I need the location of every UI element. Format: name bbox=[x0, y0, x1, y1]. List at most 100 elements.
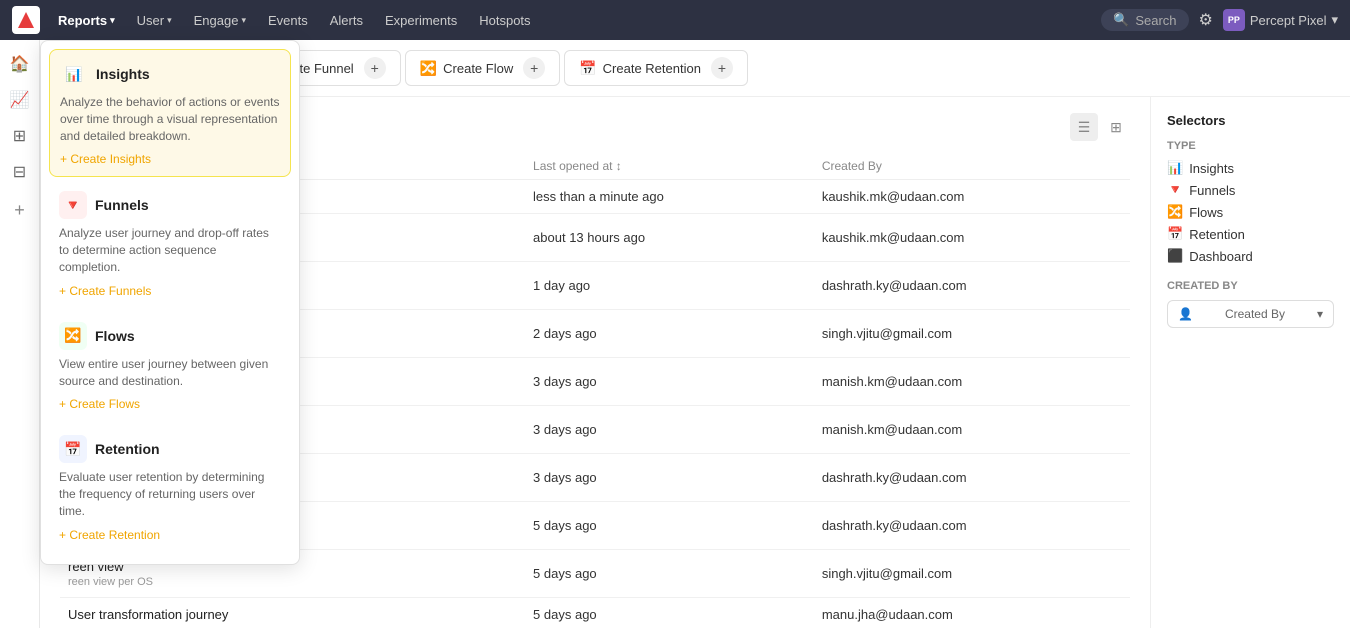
insights-label: Insights bbox=[1189, 161, 1234, 176]
type-item-dashboard[interactable]: ⬛ Dashboard bbox=[1167, 248, 1334, 264]
sidebar-grid2-icon[interactable]: ⊟ bbox=[4, 156, 36, 188]
row-title: User transformation journey bbox=[68, 607, 517, 622]
selectors-title: Selectors bbox=[1167, 113, 1334, 128]
plus-icon: + bbox=[711, 57, 733, 79]
col-created-by: Created By bbox=[814, 153, 1130, 180]
chevron-down-icon: ▾ bbox=[241, 15, 246, 26]
sidebar-add-icon[interactable]: + bbox=[14, 200, 25, 221]
create-retention-label: Create Retention bbox=[603, 61, 701, 76]
row-created-by: kaushik.mk@udaan.com bbox=[814, 214, 1130, 262]
chevron-down-icon: ▾ bbox=[167, 15, 172, 26]
user-menu[interactable]: PP Percept Pixel ▾ bbox=[1223, 9, 1338, 31]
row-last-opened: 5 days ago bbox=[525, 502, 814, 550]
retention-desc: Evaluate user retention by determining t… bbox=[59, 469, 281, 519]
retention-icon: 📅 bbox=[1167, 226, 1183, 242]
insights-title: Insights bbox=[96, 66, 150, 82]
right-sidebar: Selectors Type 📊 Insights 🔻 Funnels 🔀 Fl… bbox=[1150, 97, 1350, 628]
chevron-down-icon: ▾ bbox=[1331, 12, 1338, 28]
row-last-opened: 3 days ago bbox=[525, 454, 814, 502]
grid-view-toggle[interactable]: ⊞ bbox=[1102, 113, 1130, 141]
nav-user[interactable]: User ▾ bbox=[129, 9, 180, 32]
view-toggles: ☰ ⊞ bbox=[1070, 113, 1130, 141]
create-retention-button[interactable]: 📅 Create Retention + bbox=[564, 50, 748, 86]
nav-engage[interactable]: Engage ▾ bbox=[186, 9, 254, 32]
dashboard-label: Dashboard bbox=[1189, 249, 1253, 264]
sidebar-home-icon[interactable]: 🏠 bbox=[4, 48, 36, 80]
type-item-retention[interactable]: 📅 Retention bbox=[1167, 226, 1334, 242]
retention-label: Retention bbox=[1189, 227, 1245, 242]
plus-icon: + bbox=[364, 57, 386, 79]
row-created-by: singh.vjitu@gmail.com bbox=[814, 550, 1130, 598]
search-bar[interactable]: 🔍 Search bbox=[1101, 9, 1188, 31]
create-flow-label: Create Flow bbox=[443, 61, 513, 76]
created-by-dropdown[interactable]: 👤 Created By ▾ bbox=[1167, 300, 1334, 328]
flows-label: Flows bbox=[1189, 205, 1223, 220]
flows-icon: 🔀 bbox=[59, 322, 87, 350]
funnels-icon: 🔻 bbox=[1167, 182, 1183, 198]
type-item-insights[interactable]: 📊 Insights bbox=[1167, 160, 1334, 176]
flows-desc: View entire user journey between given s… bbox=[59, 356, 281, 390]
reports-dropdown: 📊 Insights Analyze the behavior of actio… bbox=[40, 40, 300, 565]
insights-icon: 📊 bbox=[60, 60, 88, 88]
created-by-placeholder: Created By bbox=[1225, 307, 1285, 321]
retention-header: 📅 Retention bbox=[59, 435, 281, 463]
create-insights-link[interactable]: + Create Insights bbox=[60, 152, 280, 166]
left-sidebar: 🏠 📈 ⊞ ⊟ + bbox=[0, 40, 40, 628]
logo[interactable] bbox=[12, 6, 40, 34]
logo-icon bbox=[18, 12, 34, 28]
avatar: PP bbox=[1223, 9, 1245, 31]
row-created-by: dashrath.ky@udaan.com bbox=[814, 502, 1130, 550]
row-created-by: kaushik.mk@udaan.com bbox=[814, 180, 1130, 214]
retention-icon: 📅 bbox=[59, 435, 87, 463]
table-row[interactable]: User transformation journey 5 days ago m… bbox=[60, 598, 1130, 628]
row-created-by: manish.km@udaan.com bbox=[814, 406, 1130, 454]
row-last-opened: 5 days ago bbox=[525, 550, 814, 598]
row-created-by: manu.jha@udaan.com bbox=[814, 598, 1130, 628]
col-last-opened[interactable]: Last opened at ↕ bbox=[525, 153, 814, 180]
create-flows-link[interactable]: + Create Flows bbox=[59, 397, 281, 411]
nav-events[interactable]: Events bbox=[260, 9, 316, 32]
row-created-by: dashrath.ky@udaan.com bbox=[814, 262, 1130, 310]
flows-icon: 🔀 bbox=[1167, 204, 1183, 220]
flows-btn-icon: 🔀 bbox=[420, 60, 437, 77]
list-view-toggle[interactable]: ☰ bbox=[1070, 113, 1098, 141]
type-item-funnels[interactable]: 🔻 Funnels bbox=[1167, 182, 1334, 198]
create-retention-link[interactable]: + Create Retention bbox=[59, 528, 281, 542]
nav-alerts[interactable]: Alerts bbox=[322, 9, 371, 32]
row-created-by: singh.vjitu@gmail.com bbox=[814, 310, 1130, 358]
sidebar-chart-icon[interactable]: 📈 bbox=[4, 84, 36, 116]
create-funnels-link[interactable]: + Create Funnels bbox=[59, 284, 281, 298]
dashboard-icon: ⬛ bbox=[1167, 248, 1183, 264]
created-by-title: Created By bbox=[1167, 280, 1334, 292]
funnels-header: 🔻 Funnels bbox=[59, 191, 281, 219]
row-created-by: dashrath.ky@udaan.com bbox=[814, 454, 1130, 502]
row-created-by: manish.km@udaan.com bbox=[814, 358, 1130, 406]
type-item-flows[interactable]: 🔀 Flows bbox=[1167, 204, 1334, 220]
nav-hotspots[interactable]: Hotspots bbox=[471, 9, 538, 32]
chevron-down-icon: ▾ bbox=[110, 15, 115, 26]
row-last-opened: about 13 hours ago bbox=[525, 214, 814, 262]
row-last-opened: 5 days ago bbox=[525, 598, 814, 628]
sidebar-grid-icon[interactable]: ⊞ bbox=[4, 120, 36, 152]
row-last-opened: 2 days ago bbox=[525, 310, 814, 358]
row-last-opened: 3 days ago bbox=[525, 406, 814, 454]
row-last-opened: 1 day ago bbox=[525, 262, 814, 310]
dropdown-section-flows[interactable]: 🔀 Flows View entire user journey between… bbox=[49, 312, 291, 422]
dropdown-section-funnels[interactable]: 🔻 Funnels Analyze user journey and drop-… bbox=[49, 181, 291, 307]
dropdown-section-retention[interactable]: 📅 Retention Evaluate user retention by d… bbox=[49, 425, 291, 551]
user-name: Percept Pixel bbox=[1250, 13, 1327, 28]
nav-reports[interactable]: Reports ▾ bbox=[50, 9, 123, 32]
nav-experiments[interactable]: Experiments bbox=[377, 9, 465, 32]
dropdown-section-insights[interactable]: 📊 Insights Analyze the behavior of actio… bbox=[49, 49, 291, 177]
insights-header: 📊 Insights bbox=[60, 60, 280, 88]
create-flow-button[interactable]: 🔀 Create Flow + bbox=[405, 50, 561, 86]
insights-icon: 📊 bbox=[1167, 160, 1183, 176]
created-by-icon: 👤 bbox=[1178, 307, 1193, 321]
row-last-opened: less than a minute ago bbox=[525, 180, 814, 214]
settings-icon[interactable]: ⚙ bbox=[1195, 6, 1217, 34]
row-subtitle: reen view per OS bbox=[68, 576, 517, 588]
type-list: 📊 Insights 🔻 Funnels 🔀 Flows 📅 Retention… bbox=[1167, 160, 1334, 264]
type-section-title: Type bbox=[1167, 140, 1334, 152]
row-name-cell: User transformation journey bbox=[60, 598, 525, 628]
funnels-title: Funnels bbox=[95, 197, 149, 213]
